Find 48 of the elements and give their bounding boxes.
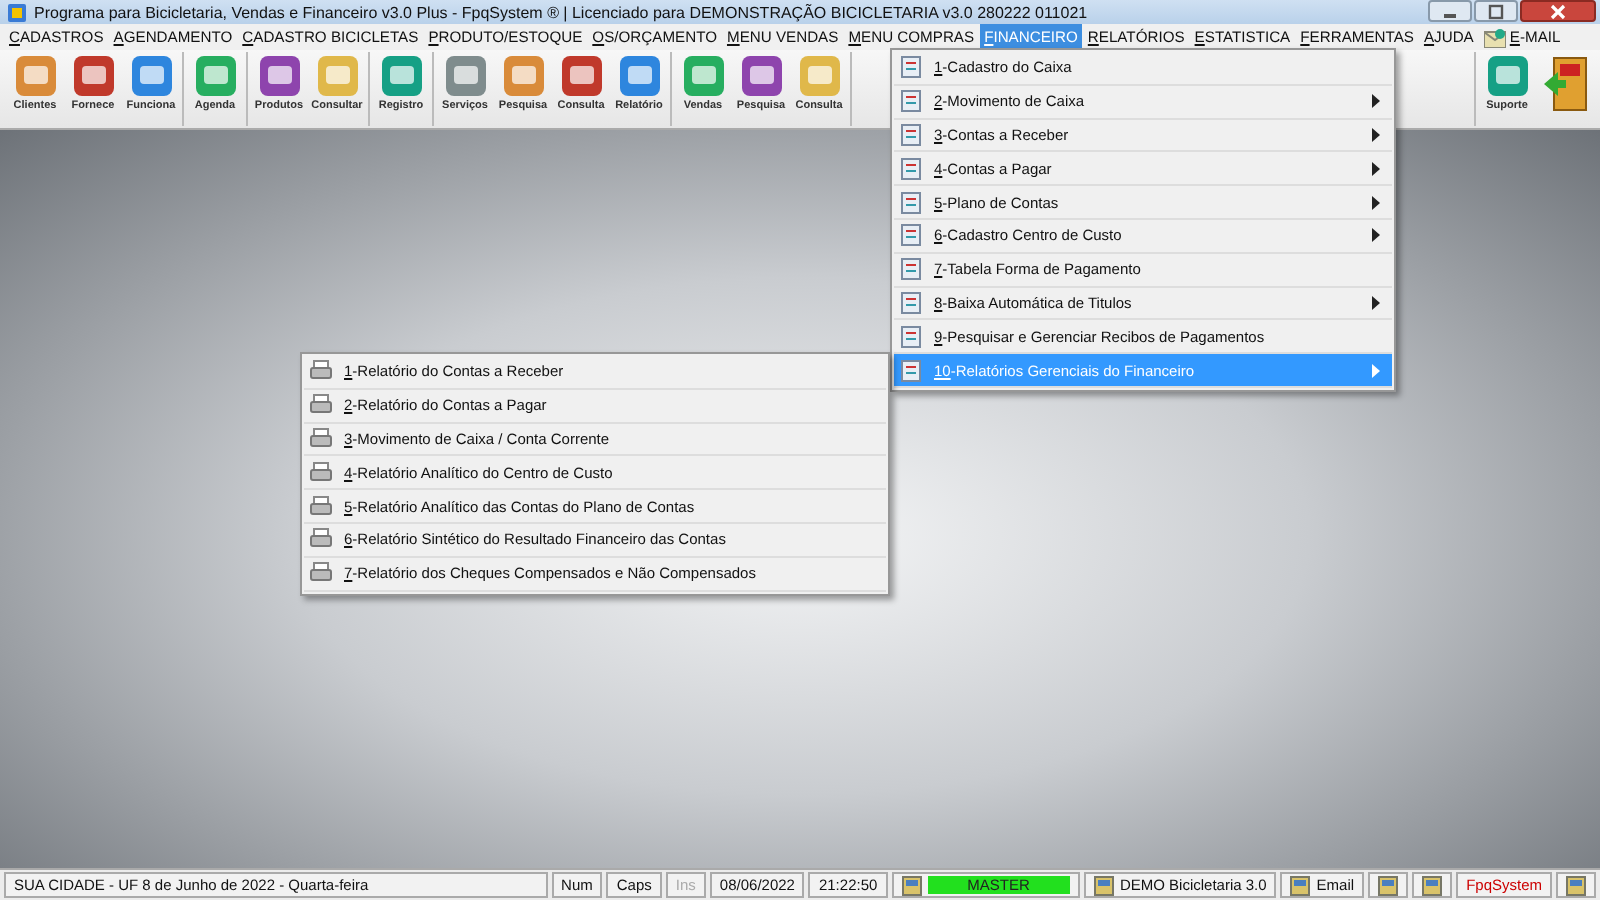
document-icon: [900, 258, 922, 281]
app-icon: [8, 3, 26, 21]
tile-icon: [11, 54, 59, 98]
printer-icon: [310, 394, 332, 417]
status-button[interactable]: [1412, 872, 1453, 898]
small-app-icon: [1378, 875, 1399, 895]
tile-icon: [795, 54, 843, 98]
printer-icon: [310, 528, 332, 551]
document-icon: [900, 191, 922, 214]
tile-icon: [69, 54, 117, 98]
small-app-icon: [1290, 875, 1311, 895]
maximize-icon: [1488, 3, 1504, 19]
tile-icon: [441, 54, 489, 98]
small-app-icon: [1566, 875, 1586, 895]
tile-icon: [127, 54, 175, 98]
printer-icon: [310, 495, 332, 518]
tile-icon: [557, 54, 605, 98]
close-icon: [1550, 3, 1566, 19]
printer-icon: [310, 360, 332, 383]
status-button[interactable]: [1556, 872, 1596, 898]
tile-icon: [255, 54, 303, 98]
close-button[interactable]: [1520, 0, 1596, 22]
tile-icon: [499, 54, 547, 98]
printer-icon: [310, 427, 332, 450]
tile-icon: [737, 54, 785, 98]
tile-icon: [313, 54, 361, 98]
window-title: Programa para Bicicletaria, Vendas e Financeiro v3.0 Plus - FpqSystem ® | Licenciado para DEMONSTRAÇÃO BICICLETARIA v3.0 280222 011021: [34, 3, 1090, 21]
document-icon: [900, 291, 922, 314]
document-icon: [900, 325, 922, 348]
small-app-icon: [901, 875, 922, 895]
tile-icon: [1483, 54, 1531, 98]
minimize-button[interactable]: [1428, 0, 1472, 22]
printer-icon: [310, 562, 332, 585]
status-button[interactable]: [1368, 872, 1409, 898]
printer-icon: [310, 461, 332, 484]
tile-icon: [679, 54, 727, 98]
document-icon: [900, 56, 922, 79]
tile-icon: [377, 54, 425, 98]
tile-icon: [615, 54, 663, 98]
document-icon: [900, 157, 922, 180]
document-icon: [900, 90, 922, 113]
small-app-icon: [1422, 875, 1443, 895]
document-icon: [900, 224, 922, 247]
maximize-button[interactable]: [1474, 0, 1518, 22]
document-icon: [900, 123, 922, 146]
small-app-icon: [1093, 875, 1114, 895]
tile-icon: [191, 54, 239, 98]
document-icon: [900, 359, 922, 382]
